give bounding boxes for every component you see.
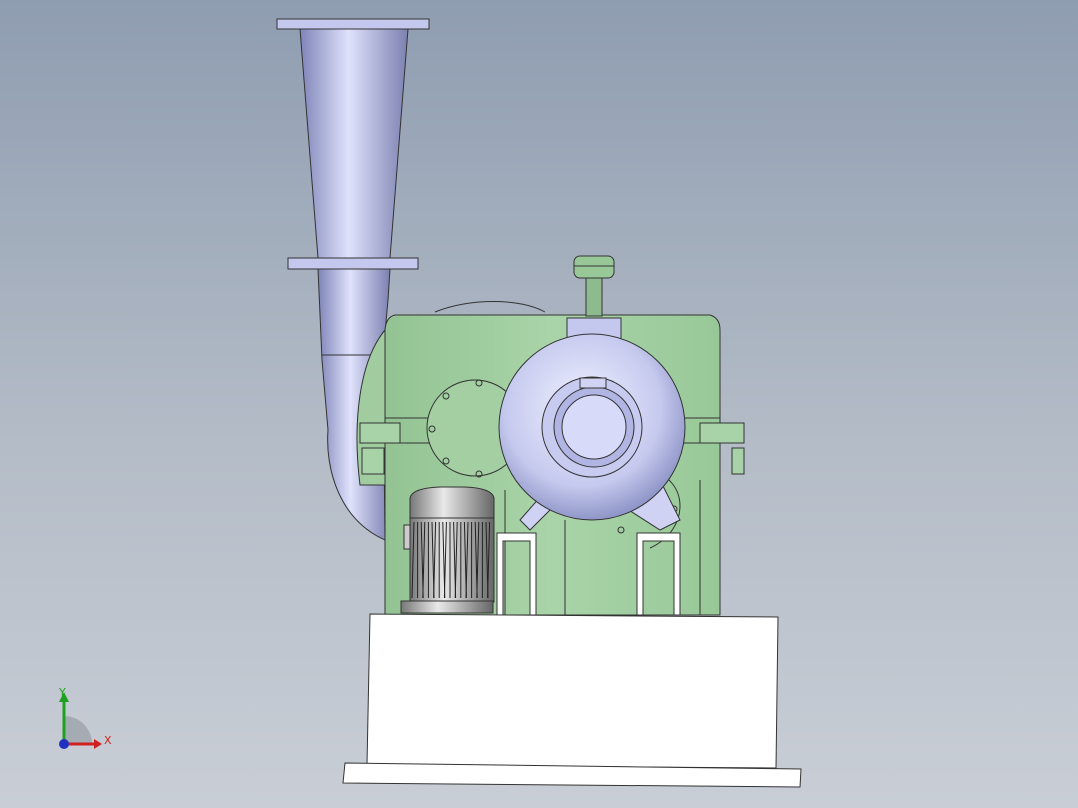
x-axis-label: X <box>104 734 112 747</box>
axis-triad: Y X <box>48 682 128 762</box>
z-axis-dot <box>59 739 69 749</box>
triad-plane <box>64 716 92 744</box>
x-axis-head <box>94 739 102 749</box>
electric-motor[interactable] <box>400 486 495 614</box>
graphics-viewport[interactable]: Y X <box>0 0 1078 808</box>
mid-flange <box>287 257 419 270</box>
cone-section <box>299 28 409 259</box>
cad-model[interactable] <box>0 0 1078 808</box>
y-axis-label: Y <box>59 686 66 699</box>
breather-cap[interactable] <box>573 255 615 317</box>
base-frame[interactable] <box>342 613 802 788</box>
top-flange <box>276 18 430 30</box>
